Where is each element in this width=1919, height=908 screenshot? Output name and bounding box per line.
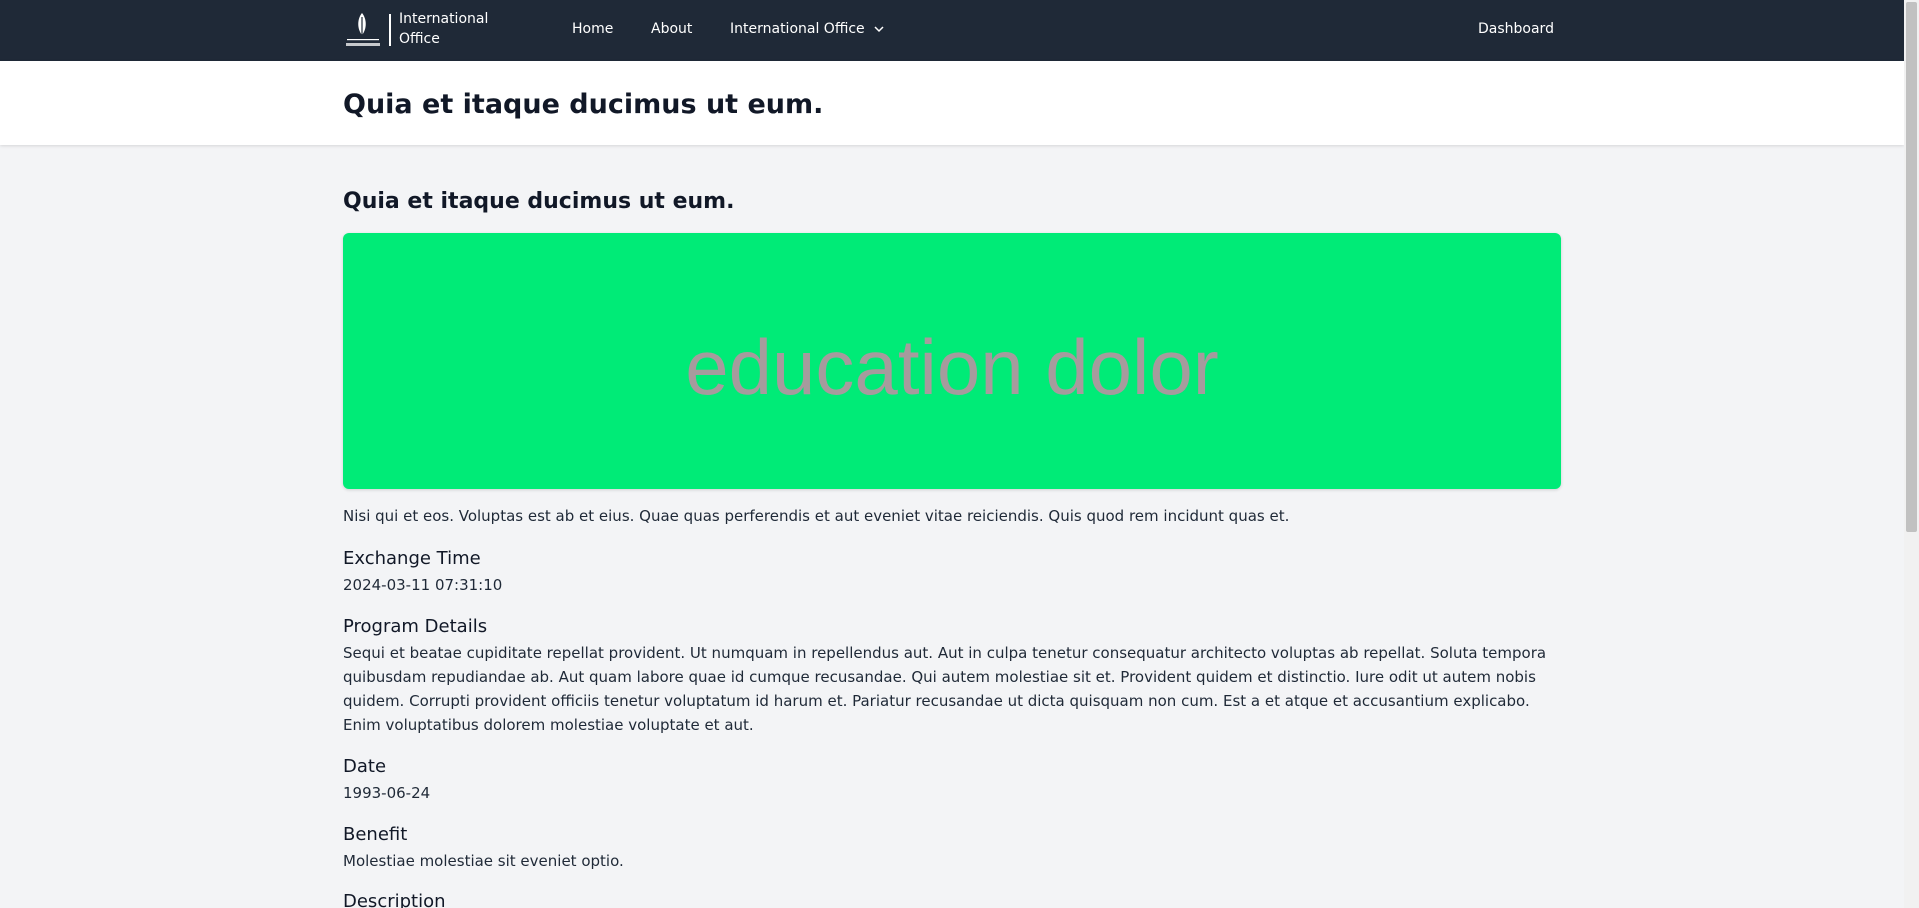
section-date: Date 1993-06-24 — [343, 755, 1561, 805]
section-value: 1993-06-24 — [343, 784, 431, 802]
section-benefit: Benefit Molestiae molestiae sit eveniet … — [343, 823, 1561, 873]
university-logo-icon[interactable] — [343, 9, 391, 51]
brand-name[interactable]: International Office — [399, 9, 509, 49]
section-value: 2024-03-11 07:31:10 — [343, 576, 503, 594]
nav-home-link[interactable]: Home — [572, 19, 613, 39]
brand-line-2: Office — [399, 31, 440, 47]
brand-line-1: International — [399, 11, 489, 27]
intro-paragraph: Nisi qui et eos. Voluptas est ab et eius… — [343, 507, 1290, 525]
section-title: Exchange Time — [343, 548, 481, 569]
page-header: Quia et itaque ducimus ut eum. — [0, 61, 1904, 145]
navbar-container: International Office Home About Internat… — [343, 0, 1561, 61]
section-value: Molestiae molestiae sit eveniet optio. — [343, 852, 624, 870]
nav-about-link[interactable]: About — [651, 19, 692, 39]
page-scrollbar[interactable] — [1904, 0, 1919, 908]
article-heading: Quia et itaque ducimus ut eum. — [343, 189, 735, 214]
section-title: Benefit — [343, 824, 408, 845]
nav-international-office-label: International Office — [730, 21, 865, 37]
nav-international-office-dropdown[interactable]: International Office — [730, 19, 885, 39]
logo-divider — [389, 14, 391, 46]
scrollbar-thumb[interactable] — [1906, 2, 1917, 532]
page-title: Quia et itaque ducimus ut eum. — [343, 89, 824, 120]
section-title: Description — [343, 891, 446, 908]
section-exchange-time: Exchange Time 2024-03-11 07:31:10 — [343, 547, 1561, 597]
hero-image-text: education dolor — [685, 322, 1219, 411]
nav-dashboard-link[interactable]: Dashboard — [1478, 19, 1554, 39]
section-description: Description — [343, 890, 1561, 908]
top-navbar: International Office Home About Internat… — [0, 0, 1904, 61]
section-title: Date — [343, 756, 387, 777]
chevron-down-icon — [874, 26, 884, 33]
section-title: Program Details — [343, 616, 488, 637]
section-value: Sequi et beatae cupiditate repellat prov… — [343, 644, 1547, 734]
hero-image: education dolor — [343, 233, 1561, 489]
section-program-details: Program Details Sequi et beatae cupidita… — [343, 615, 1561, 737]
